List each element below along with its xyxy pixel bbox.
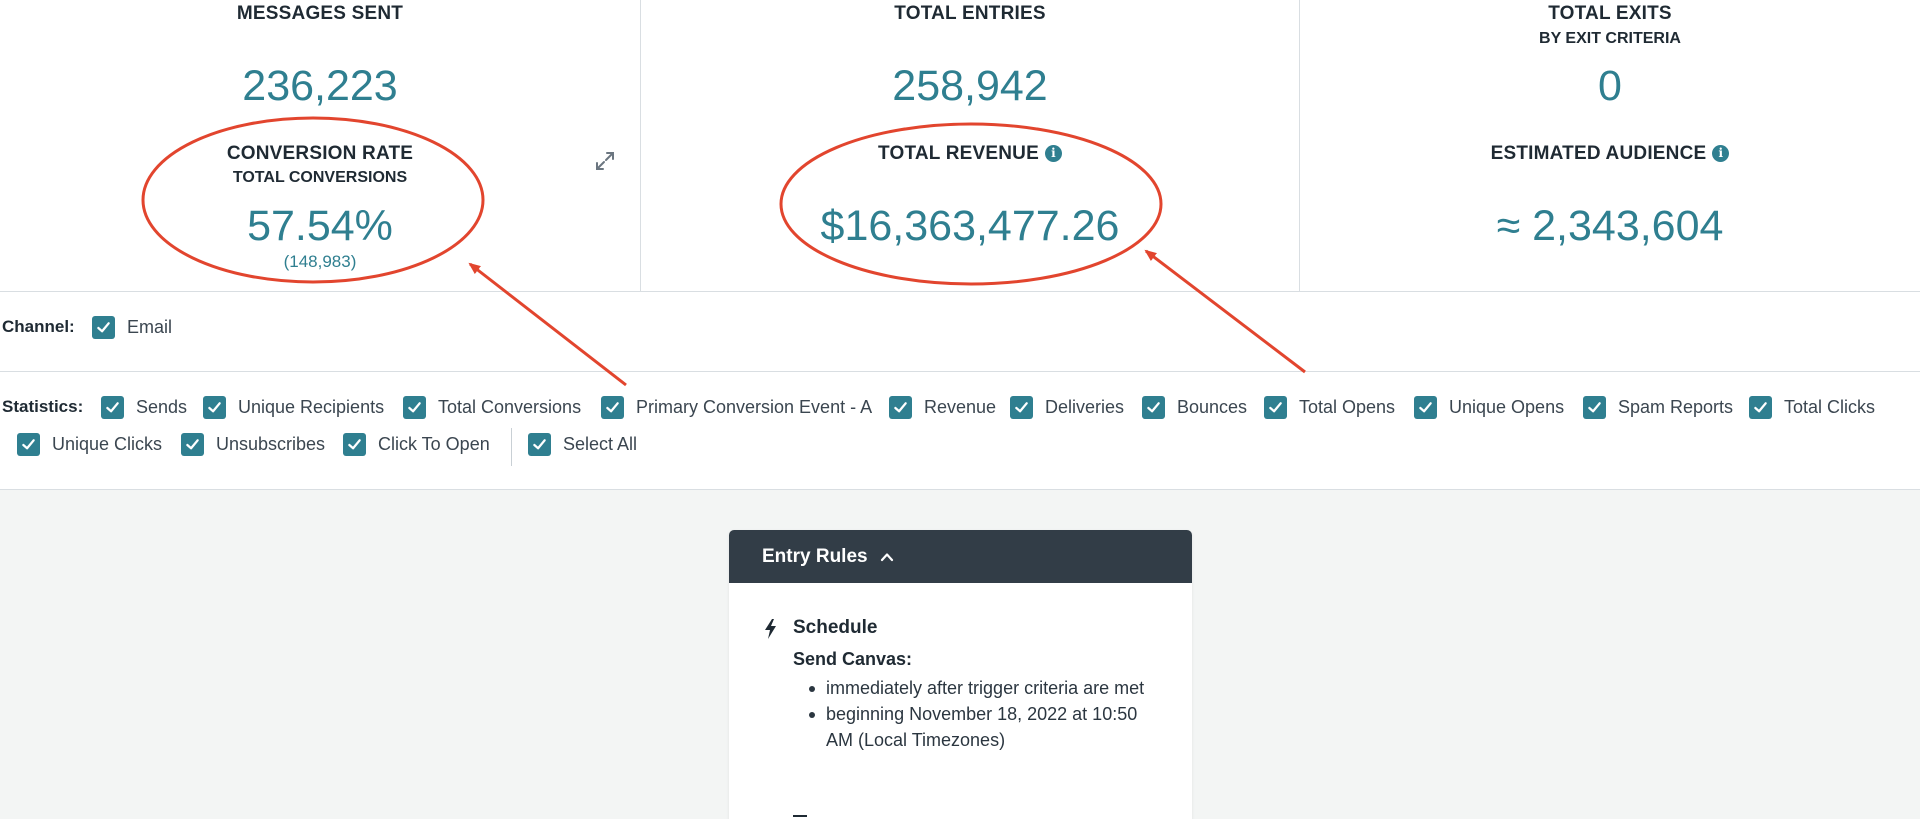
check-icon[interactable] [1414,395,1437,419]
checkbox-label: Deliveries [1045,396,1125,417]
schedule-title: Schedule [793,617,878,638]
check-icon[interactable] [1142,395,1165,419]
checkbox-label: Bounces [1177,396,1248,417]
stat-checkbox-unique-clicks[interactable]: Unique Clicks [17,431,162,457]
messages-sent-label: MESSAGES SENT [236,3,404,24]
total-exits-label: TOTAL EXITS [1548,3,1672,24]
stat-checkbox-total-opens[interactable]: Total Opens [1264,394,1395,420]
check-icon[interactable] [1749,395,1772,419]
check-icon[interactable] [889,395,912,419]
info-icon[interactable]: i [1712,145,1730,162]
checkbox-label: Revenue [924,396,997,417]
check-icon[interactable] [1264,395,1287,419]
checkbox-label: Unique Opens [1449,396,1565,417]
checkbox-label: Unique Recipients [238,396,385,417]
total-conversions-label: TOTAL CONVERSIONS [232,169,408,186]
check-icon[interactable] [92,315,115,339]
truncated-content [793,815,807,819]
stat-column-messages: MESSAGES SENT 236,223 CONVERSION RATE TO… [0,0,641,292]
total-conversions-value: (148,983) [283,252,357,271]
estimated-audience-label: ESTIMATED AUDIENCE [1490,143,1707,164]
send-canvas-label: Send Canvas: [793,649,913,669]
total-exits-value: 0 [1598,62,1622,110]
estimated-audience-value: ≈ 2,343,604 [1496,202,1724,250]
stat-checkbox-revenue[interactable]: Revenue [889,394,996,420]
check-icon[interactable] [1010,395,1033,419]
entry-rules-card: Entry Rules Schedule Send Canvas: immedi… [729,530,1192,819]
stat-checkbox-unique-recipients[interactable]: Unique Recipients [203,394,384,420]
stat-checkbox-total-clicks[interactable]: Total Clicks [1749,394,1875,420]
checkbox-label: Unsubscribes [216,433,326,454]
stat-column-exits: TOTAL EXITS BY EXIT CRITERIA 0 ESTIMATED… [1300,0,1920,292]
total-revenue-label: TOTAL REVENUE [878,143,1039,164]
statistics-label: Statistics: [2,397,84,416]
total-revenue-heading: TOTAL REVENUE i [641,143,1299,165]
check-icon[interactable] [601,395,624,419]
checkbox-label: Total Opens [1299,396,1396,417]
checkbox-label: Primary Conversion Event - A [636,396,873,417]
checkbox-label: Spam Reports [1618,396,1734,417]
check-icon[interactable] [203,395,226,419]
check-icon[interactable] [181,432,204,456]
channel-checkbox-email[interactable]: Email [92,314,172,340]
check-icon[interactable] [1583,395,1606,419]
statistics-filter-row: Statistics: Sends Unique Recipients Tota… [0,372,1920,490]
stat-checkbox-primary-conversion-event[interactable]: Primary Conversion Event - A [601,394,872,420]
entry-rules-title: Entry Rules [762,545,868,567]
stat-checkbox-click-to-open[interactable]: Click To Open [343,431,490,457]
expand-icon[interactable] [594,150,616,172]
stat-checkbox-bounces[interactable]: Bounces [1142,394,1247,420]
stat-checkbox-spam-reports[interactable]: Spam Reports [1583,394,1733,420]
check-icon[interactable] [528,432,551,456]
stat-column-entries: TOTAL ENTRIES 258,942 TOTAL REVENUE i $16… [641,0,1300,292]
list-item: immediately after trigger criteria are m… [809,675,1163,701]
check-icon[interactable] [17,432,40,456]
exit-criteria-label: BY EXIT CRITERIA [1539,30,1681,47]
check-icon[interactable] [343,432,366,456]
canvas-area: Entry Rules Schedule Send Canvas: immedi… [0,490,1920,819]
lightning-icon [765,619,776,639]
checkbox-label: Sends [136,396,188,417]
stat-checkbox-deliveries[interactable]: Deliveries [1010,394,1124,420]
chevron-up-icon[interactable] [880,550,894,564]
channel-filter-row: Channel: Email [0,292,1920,372]
checkbox-label: Email [127,316,173,337]
channel-label: Channel: [2,317,75,336]
list-item: beginning November 18, 2022 at 10:50 AM … [809,701,1163,753]
checkbox-label: Total Clicks [1784,396,1876,417]
check-icon[interactable] [101,395,124,419]
stat-checkbox-unique-opens[interactable]: Unique Opens [1414,394,1564,420]
info-icon[interactable]: i [1044,145,1062,162]
total-revenue-value: $16,363,477.26 [820,202,1120,250]
messages-sent-value: 236,223 [242,62,398,110]
stats-panel: MESSAGES SENT 236,223 CONVERSION RATE TO… [0,0,1920,292]
stat-checkbox-total-conversions[interactable]: Total Conversions [403,394,581,420]
conversion-rate-value: 57.54% [247,202,393,250]
stat-checkbox-sends[interactable]: Sends [101,394,187,420]
checkbox-label: Click To Open [378,433,490,454]
entry-rules-header[interactable]: Entry Rules [729,530,1192,583]
schedule-bullets: immediately after trigger criteria are m… [793,675,1163,753]
total-entries-value: 258,942 [892,62,1048,110]
check-icon[interactable] [403,395,426,419]
divider [511,428,512,466]
checkbox-label: Total Conversions [438,396,582,417]
total-entries-label: TOTAL ENTRIES [894,3,1046,24]
conversion-rate-label: CONVERSION RATE [226,143,414,164]
checkbox-label: Select All [563,433,638,454]
stat-checkbox-select-all[interactable]: Select All [528,431,637,457]
estimated-audience-heading: ESTIMATED AUDIENCE i [1300,143,1920,165]
checkbox-label: Unique Clicks [52,433,163,454]
stat-checkbox-unsubscribes[interactable]: Unsubscribes [181,431,325,457]
